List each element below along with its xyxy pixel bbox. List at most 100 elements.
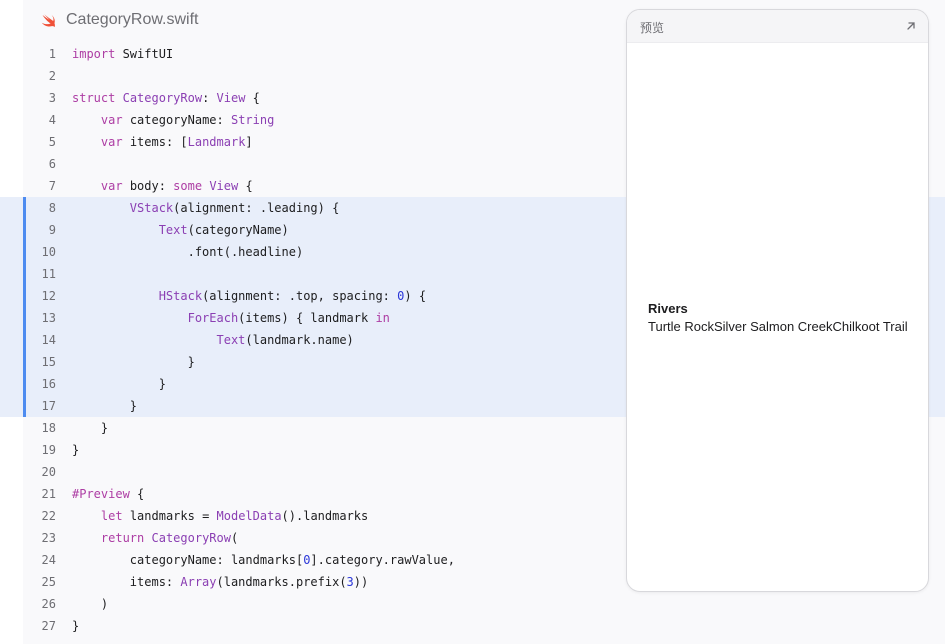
line-number: 5 bbox=[48, 135, 56, 149]
code-token: HStack bbox=[158, 289, 203, 303]
code-token: } bbox=[72, 399, 138, 413]
line-number: 14 bbox=[41, 333, 56, 347]
code-token: CategoryRow bbox=[122, 91, 203, 105]
line-number: 16 bbox=[41, 377, 56, 391]
line-number: 24 bbox=[41, 553, 56, 567]
code-text: items: Array(landmarks.prefix(3)) bbox=[72, 571, 368, 593]
code-token: ().landmarks bbox=[281, 509, 369, 523]
line-number: 4 bbox=[48, 113, 56, 127]
code-line[interactable]: 26 ) bbox=[0, 593, 945, 615]
code-token: let bbox=[100, 509, 123, 523]
code-token: (landmark.name) bbox=[245, 333, 354, 347]
code-token: categoryName: bbox=[122, 113, 231, 127]
code-token: (alignment: .leading) { bbox=[173, 201, 340, 215]
code-token: body: bbox=[122, 179, 174, 193]
code-token: 3 bbox=[346, 575, 354, 589]
code-token: } bbox=[72, 355, 195, 369]
code-token: } bbox=[72, 421, 109, 435]
code-token: (alignment: .top, spacing: bbox=[202, 289, 398, 303]
code-token: )) bbox=[353, 575, 369, 589]
code-token: ) bbox=[72, 597, 109, 611]
code-token: categoryName: landmarks[ bbox=[72, 553, 304, 567]
code-text: .font(.headline) bbox=[72, 241, 304, 263]
code-token: landmarks = bbox=[122, 509, 217, 523]
code-text: var items: [Landmark] bbox=[72, 131, 253, 153]
line-number: 18 bbox=[41, 421, 56, 435]
preview-item: Silver Salmon Creek bbox=[713, 319, 833, 334]
line-number: 3 bbox=[48, 91, 56, 105]
line-number: 27 bbox=[41, 619, 56, 633]
code-token: VStack bbox=[129, 201, 174, 215]
line-number: 25 bbox=[41, 575, 56, 589]
code-token: { bbox=[129, 487, 145, 501]
code-text: var body: some View { bbox=[72, 175, 253, 197]
line-number: 10 bbox=[41, 245, 56, 259]
code-token: items: bbox=[72, 575, 181, 589]
line-number: 7 bbox=[48, 179, 56, 193]
line-number: 1 bbox=[48, 47, 56, 61]
code-text: let landmarks = ModelData().landmarks bbox=[72, 505, 368, 527]
code-token: var bbox=[100, 113, 123, 127]
code-token: ) { bbox=[404, 289, 427, 303]
code-text: VStack(alignment: .leading) { bbox=[72, 197, 340, 219]
code-token: Text bbox=[216, 333, 246, 347]
code-token: import bbox=[72, 47, 116, 61]
code-text: } bbox=[72, 351, 195, 373]
code-text: var categoryName: String bbox=[72, 109, 274, 131]
file-name: CategoryRow.swift bbox=[66, 11, 199, 28]
code-token: (landmarks.prefix( bbox=[216, 575, 347, 589]
code-token: ].category.rawValue, bbox=[310, 553, 455, 567]
code-text: } bbox=[72, 395, 137, 417]
code-token: (items) { landmark bbox=[238, 311, 376, 325]
code-token: items: [ bbox=[122, 135, 188, 149]
preview-title: 预览 bbox=[640, 21, 665, 35]
code-text: } bbox=[72, 373, 166, 395]
line-number: 2 bbox=[48, 69, 56, 83]
code-token: View bbox=[209, 179, 239, 193]
code-token: struct bbox=[72, 91, 116, 105]
code-token: ( bbox=[230, 531, 239, 545]
line-number: 17 bbox=[41, 399, 56, 413]
code-token: (categoryName) bbox=[187, 223, 289, 237]
line-number: 22 bbox=[41, 509, 56, 523]
code-token: Text bbox=[158, 223, 188, 237]
code-token: return bbox=[100, 531, 145, 545]
code-text: #Preview { bbox=[72, 483, 144, 505]
line-number: 11 bbox=[41, 267, 56, 281]
preview-header: 预览 bbox=[627, 10, 928, 43]
line-number: 21 bbox=[41, 487, 56, 501]
code-token: } bbox=[72, 619, 80, 633]
code-token: .font(.headline) bbox=[72, 245, 304, 259]
code-text: ) bbox=[72, 593, 108, 615]
expand-arrow-icon[interactable] bbox=[904, 19, 918, 33]
line-number: 20 bbox=[41, 465, 56, 479]
code-token: { bbox=[245, 91, 260, 105]
line-number: 19 bbox=[41, 443, 56, 457]
line-number: 8 bbox=[48, 201, 56, 215]
code-token: CategoryRow bbox=[151, 531, 231, 545]
code-token: var bbox=[100, 135, 123, 149]
line-number: 15 bbox=[41, 355, 56, 369]
preview-panel: 预览 Rivers Turtle Rock Silver Salmon Creek… bbox=[626, 9, 929, 592]
code-token: ] bbox=[245, 135, 253, 149]
code-token: String bbox=[230, 113, 275, 127]
preview-category-label: Rivers bbox=[648, 301, 688, 316]
code-text: import SwiftUI bbox=[72, 43, 173, 65]
code-text: } bbox=[72, 615, 79, 637]
code-token: SwiftUI bbox=[115, 47, 174, 61]
code-token: Array bbox=[180, 575, 217, 589]
code-line[interactable]: 27} bbox=[0, 615, 945, 637]
line-number: 12 bbox=[41, 289, 56, 303]
swift-icon bbox=[41, 14, 55, 28]
file-header: CategoryRow.swift bbox=[40, 8, 199, 32]
code-token: View bbox=[216, 91, 246, 105]
